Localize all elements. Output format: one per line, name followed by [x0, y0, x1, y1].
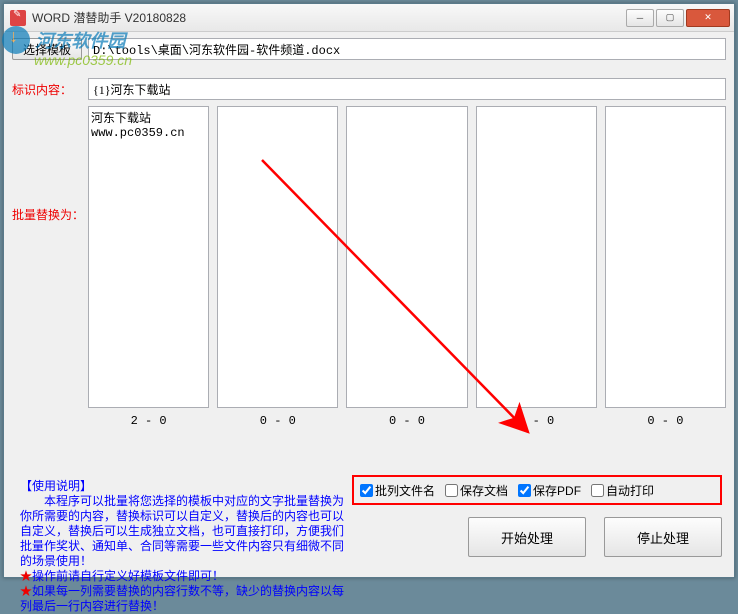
- titlebar[interactable]: WORD 潜替助手 V20180828 ─ ▢ ✕: [4, 4, 734, 32]
- column-1-textarea[interactable]: [88, 106, 209, 408]
- instructions-heading: 【使用说明】: [20, 479, 92, 493]
- instructions-line1: 本程序可以批量将您选择的模板中对应的文字批量替换为你所需要的内容，替换标识可以自…: [20, 494, 344, 568]
- template-path-input[interactable]: [88, 38, 726, 60]
- save-doc-option[interactable]: 保存文档: [445, 482, 508, 499]
- close-button[interactable]: ✕: [686, 9, 730, 27]
- columns-area: 2 - 0 0 - 0 0 - 0 0 - 0 0 - 0: [88, 106, 726, 428]
- column-2-count: 0 - 0: [217, 408, 338, 428]
- column-4-count: 0 - 0: [476, 408, 597, 428]
- save-pdf-checkbox[interactable]: [518, 484, 531, 497]
- save-pdf-label: 保存PDF: [533, 482, 581, 499]
- column-5: 0 - 0: [605, 106, 726, 428]
- save-doc-checkbox[interactable]: [445, 484, 458, 497]
- start-button[interactable]: 开始处理: [468, 517, 586, 557]
- app-window: WORD 潜替助手 V20180828 ─ ▢ ✕ 选择模板 标识内容： 批量替…: [3, 3, 735, 578]
- column-1-count: 2 - 0: [88, 408, 209, 428]
- stop-button[interactable]: 停止处理: [604, 517, 722, 557]
- column-1: 2 - 0: [88, 106, 209, 428]
- column-3-count: 0 - 0: [346, 408, 467, 428]
- window-title: WORD 潜替助手 V20180828: [32, 9, 626, 26]
- star-icon: ★: [20, 584, 32, 598]
- auto-print-option[interactable]: 自动打印: [591, 482, 654, 499]
- column-2-textarea[interactable]: [217, 106, 338, 408]
- save-doc-label: 保存文档: [460, 482, 508, 499]
- app-icon: [10, 10, 26, 26]
- bottom-area: 【使用说明】 本程序可以批量将您选择的模板中对应的文字批量替换为你所需要的内容，…: [12, 473, 726, 569]
- column-3: 0 - 0: [346, 106, 467, 428]
- batch-filename-checkbox[interactable]: [360, 484, 373, 497]
- select-template-button[interactable]: 选择模板: [12, 38, 82, 60]
- batch-filename-label: 批列文件名: [375, 482, 435, 499]
- marker-input[interactable]: [88, 78, 726, 100]
- save-pdf-option[interactable]: 保存PDF: [518, 482, 581, 499]
- column-5-count: 0 - 0: [605, 408, 726, 428]
- maximize-button[interactable]: ▢: [656, 9, 684, 27]
- client-area: 选择模板 标识内容： 批量替换为： 2 - 0 0 - 0 0 - 0: [12, 38, 726, 569]
- column-4-textarea[interactable]: [476, 106, 597, 408]
- replace-label: 批量替换为：: [12, 206, 84, 223]
- minimize-button[interactable]: ─: [626, 9, 654, 27]
- column-4: 0 - 0: [476, 106, 597, 428]
- instructions-line3: 如果每一列需要替换的内容行数不等，缺少的替换内容以每列最后一行内容进行替换！: [20, 584, 344, 613]
- marker-label: 标识内容：: [12, 81, 88, 98]
- column-2: 0 - 0: [217, 106, 338, 428]
- column-3-textarea[interactable]: [346, 106, 467, 408]
- auto-print-label: 自动打印: [606, 482, 654, 499]
- options-box: 批列文件名 保存文档 保存PDF 自动打印: [352, 475, 722, 505]
- column-5-textarea[interactable]: [605, 106, 726, 408]
- instructions: 【使用说明】 本程序可以批量将您选择的模板中对应的文字批量替换为你所需要的内容，…: [20, 479, 350, 614]
- batch-filename-option[interactable]: 批列文件名: [360, 482, 435, 499]
- auto-print-checkbox[interactable]: [591, 484, 604, 497]
